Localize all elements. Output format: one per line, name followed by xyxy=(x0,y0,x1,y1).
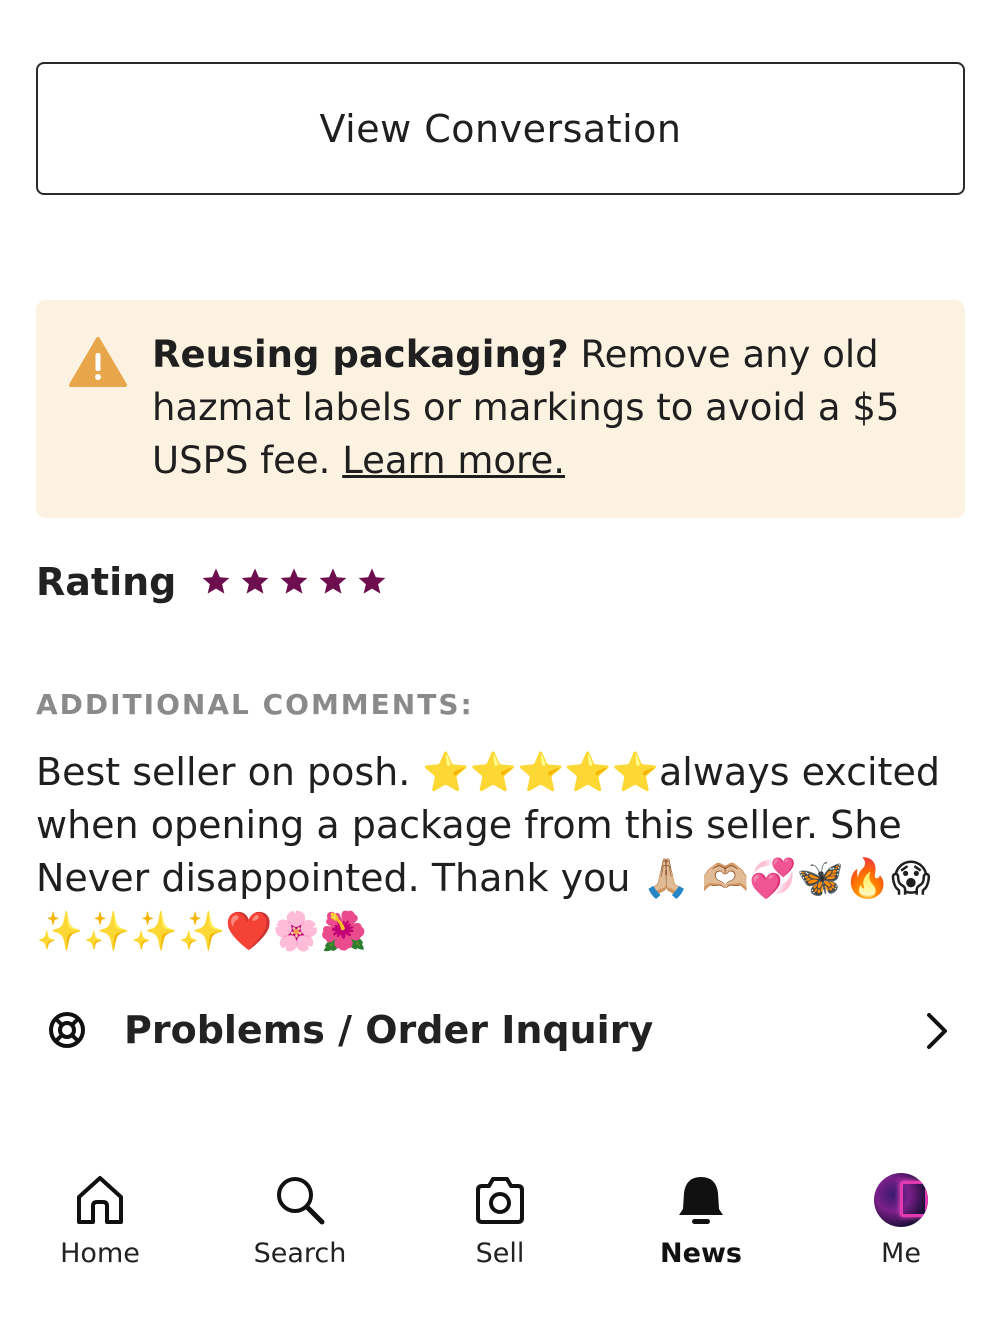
view-conversation-button[interactable]: View Conversation xyxy=(36,62,965,195)
star-icon xyxy=(237,564,273,600)
comments-title: ADDITIONAL COMMENTS: xyxy=(36,688,474,721)
rating-row: Rating xyxy=(36,560,393,604)
nav-search[interactable]: Search xyxy=(230,1172,370,1269)
bottom-nav: Home Search Sell News Me xyxy=(0,1160,1000,1290)
hazmat-notice: Reusing packaging? Remove any old hazmat… xyxy=(36,300,965,518)
home-icon xyxy=(77,1176,123,1224)
problems-order-inquiry-row[interactable]: Problems / Order Inquiry xyxy=(36,995,965,1065)
chevron-right-icon xyxy=(927,1013,947,1049)
nav-sell-label: Sell xyxy=(475,1238,525,1269)
bell-icon xyxy=(679,1177,723,1224)
camera-icon xyxy=(476,1177,524,1224)
star-icon xyxy=(354,564,390,600)
star-icon xyxy=(276,564,312,600)
nav-sell[interactable]: Sell xyxy=(430,1172,570,1269)
nav-search-label: Search xyxy=(253,1238,347,1269)
problems-label: Problems / Order Inquiry xyxy=(124,1008,654,1052)
rating-label: Rating xyxy=(36,560,177,604)
nav-home[interactable]: Home xyxy=(30,1172,170,1269)
star-icon xyxy=(198,564,234,600)
nav-me[interactable]: Me xyxy=(831,1172,971,1269)
nav-news-label: News xyxy=(660,1238,742,1269)
nav-me-label: Me xyxy=(881,1238,921,1269)
nav-home-label: Home xyxy=(60,1238,140,1269)
avatar xyxy=(874,1173,928,1227)
learn-more-link[interactable]: Learn more. xyxy=(342,439,565,482)
comments-body: Best seller on posh. ⭐⭐⭐⭐⭐always excited… xyxy=(36,750,940,953)
page: View Conversation Reusing packaging? Rem… xyxy=(0,0,1000,1332)
nav-news[interactable]: News xyxy=(631,1172,771,1269)
lifebuoy-icon xyxy=(49,1012,85,1048)
warning-triangle-icon xyxy=(69,337,127,387)
search-icon xyxy=(277,1177,325,1225)
notice-bold: Reusing packaging? xyxy=(152,333,569,376)
notice-text: Reusing packaging? Remove any old hazmat… xyxy=(152,328,942,487)
rating-stars xyxy=(198,564,393,600)
star-icon xyxy=(315,564,351,600)
